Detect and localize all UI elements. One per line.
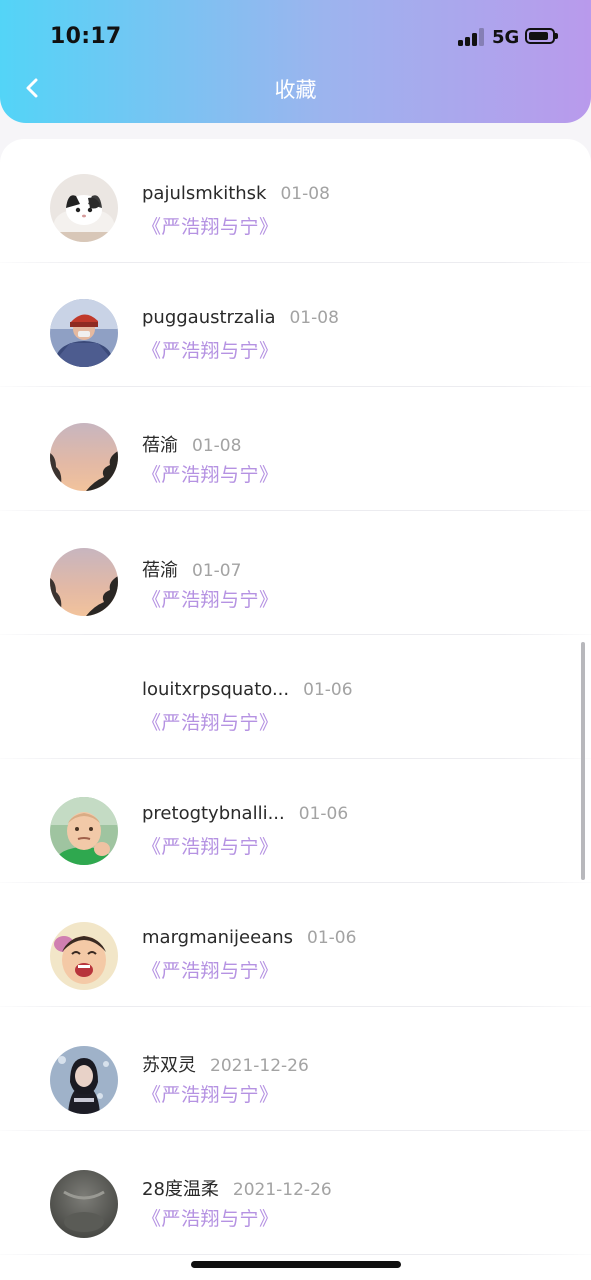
list-item[interactable]: louitxrpsquato... 01-06 《严浩翔与宁》	[0, 635, 591, 759]
avatar[interactable]	[50, 797, 118, 865]
avatar[interactable]	[50, 548, 118, 616]
avatar[interactable]	[50, 423, 118, 491]
avatar[interactable]	[50, 1046, 118, 1114]
favorites-list: pajulsmkithsk 01-08 《严浩翔与宁》 puggaustrzali…	[0, 139, 591, 1280]
item-work-title[interactable]: 《严浩翔与宁》	[142, 212, 279, 239]
home-indicator[interactable]	[191, 1261, 401, 1268]
item-date: 01-06	[303, 680, 353, 700]
item-date: 01-08	[289, 308, 339, 328]
item-date: 01-08	[280, 184, 330, 204]
item-username[interactable]: puggaustrzalia	[142, 307, 275, 328]
item-work-title[interactable]: 《严浩翔与宁》	[142, 956, 279, 983]
list-item[interactable]: 苏双灵 2021-12-26 《严浩翔与宁》	[0, 1007, 591, 1131]
item-date: 2021-12-26	[210, 1056, 309, 1076]
item-username[interactable]: 苏双灵	[142, 1055, 196, 1076]
divider	[0, 1254, 591, 1255]
cellular-signal-icon	[458, 28, 486, 46]
avatar[interactable]	[50, 1170, 118, 1238]
list-item[interactable]: 蓓渝 01-07 《严浩翔与宁》	[0, 511, 591, 635]
battery-icon	[525, 28, 558, 44]
avatar[interactable]	[50, 922, 118, 990]
item-username[interactable]: margmanijeeans	[142, 927, 293, 948]
list-item[interactable]: pretogtybnalli... 01-06 《严浩翔与宁》	[0, 759, 591, 883]
item-username[interactable]: louitxrpsquato...	[142, 679, 289, 700]
item-work-title[interactable]: 《严浩翔与宁》	[142, 708, 279, 735]
item-date: 01-08	[192, 436, 242, 456]
item-username[interactable]: 蓓渝	[142, 560, 178, 581]
network-type: 5G	[492, 27, 520, 48]
item-username[interactable]: 蓓渝	[142, 435, 178, 456]
item-work-title[interactable]: 《严浩翔与宁》	[142, 832, 279, 859]
item-work-title[interactable]: 《严浩翔与宁》	[142, 585, 279, 612]
status-time: 10:17	[50, 24, 122, 49]
item-work-title[interactable]: 《严浩翔与宁》	[142, 1080, 279, 1107]
avatar[interactable]	[50, 299, 118, 367]
item-date: 2021-12-26	[232, 1180, 332, 1200]
item-username[interactable]: pretogtybnalli...	[142, 803, 285, 824]
list-item[interactable]: pajulsmkithsk 01-08 《严浩翔与宁》	[0, 139, 591, 263]
avatar[interactable]	[50, 174, 118, 242]
item-date: 01-06	[298, 804, 349, 824]
list-item[interactable]: 28度温柔 2021-12-26 《严浩翔与宁》	[0, 1131, 591, 1255]
item-work-title[interactable]: 《严浩翔与宁》	[142, 1204, 279, 1231]
header: 10:17 5G 收藏	[0, 0, 591, 123]
item-work-title[interactable]: 《严浩翔与宁》	[142, 336, 279, 363]
list-item[interactable]: puggaustrzalia 01-08 《严浩翔与宁》	[0, 263, 591, 387]
item-date: 01-06	[307, 928, 357, 948]
item-username[interactable]: 28度温柔	[142, 1179, 219, 1200]
scrollbar[interactable]	[581, 642, 585, 880]
item-username[interactable]: pajulsmkithsk	[142, 183, 266, 204]
item-date: 01-07	[192, 561, 242, 581]
item-work-title[interactable]: 《严浩翔与宁》	[142, 460, 279, 487]
page-title: 收藏	[274, 78, 317, 102]
list-item[interactable]: margmanijeeans 01-06 《严浩翔与宁》	[0, 883, 591, 1007]
list-item[interactable]: 蓓渝 01-08 《严浩翔与宁》	[0, 387, 591, 511]
